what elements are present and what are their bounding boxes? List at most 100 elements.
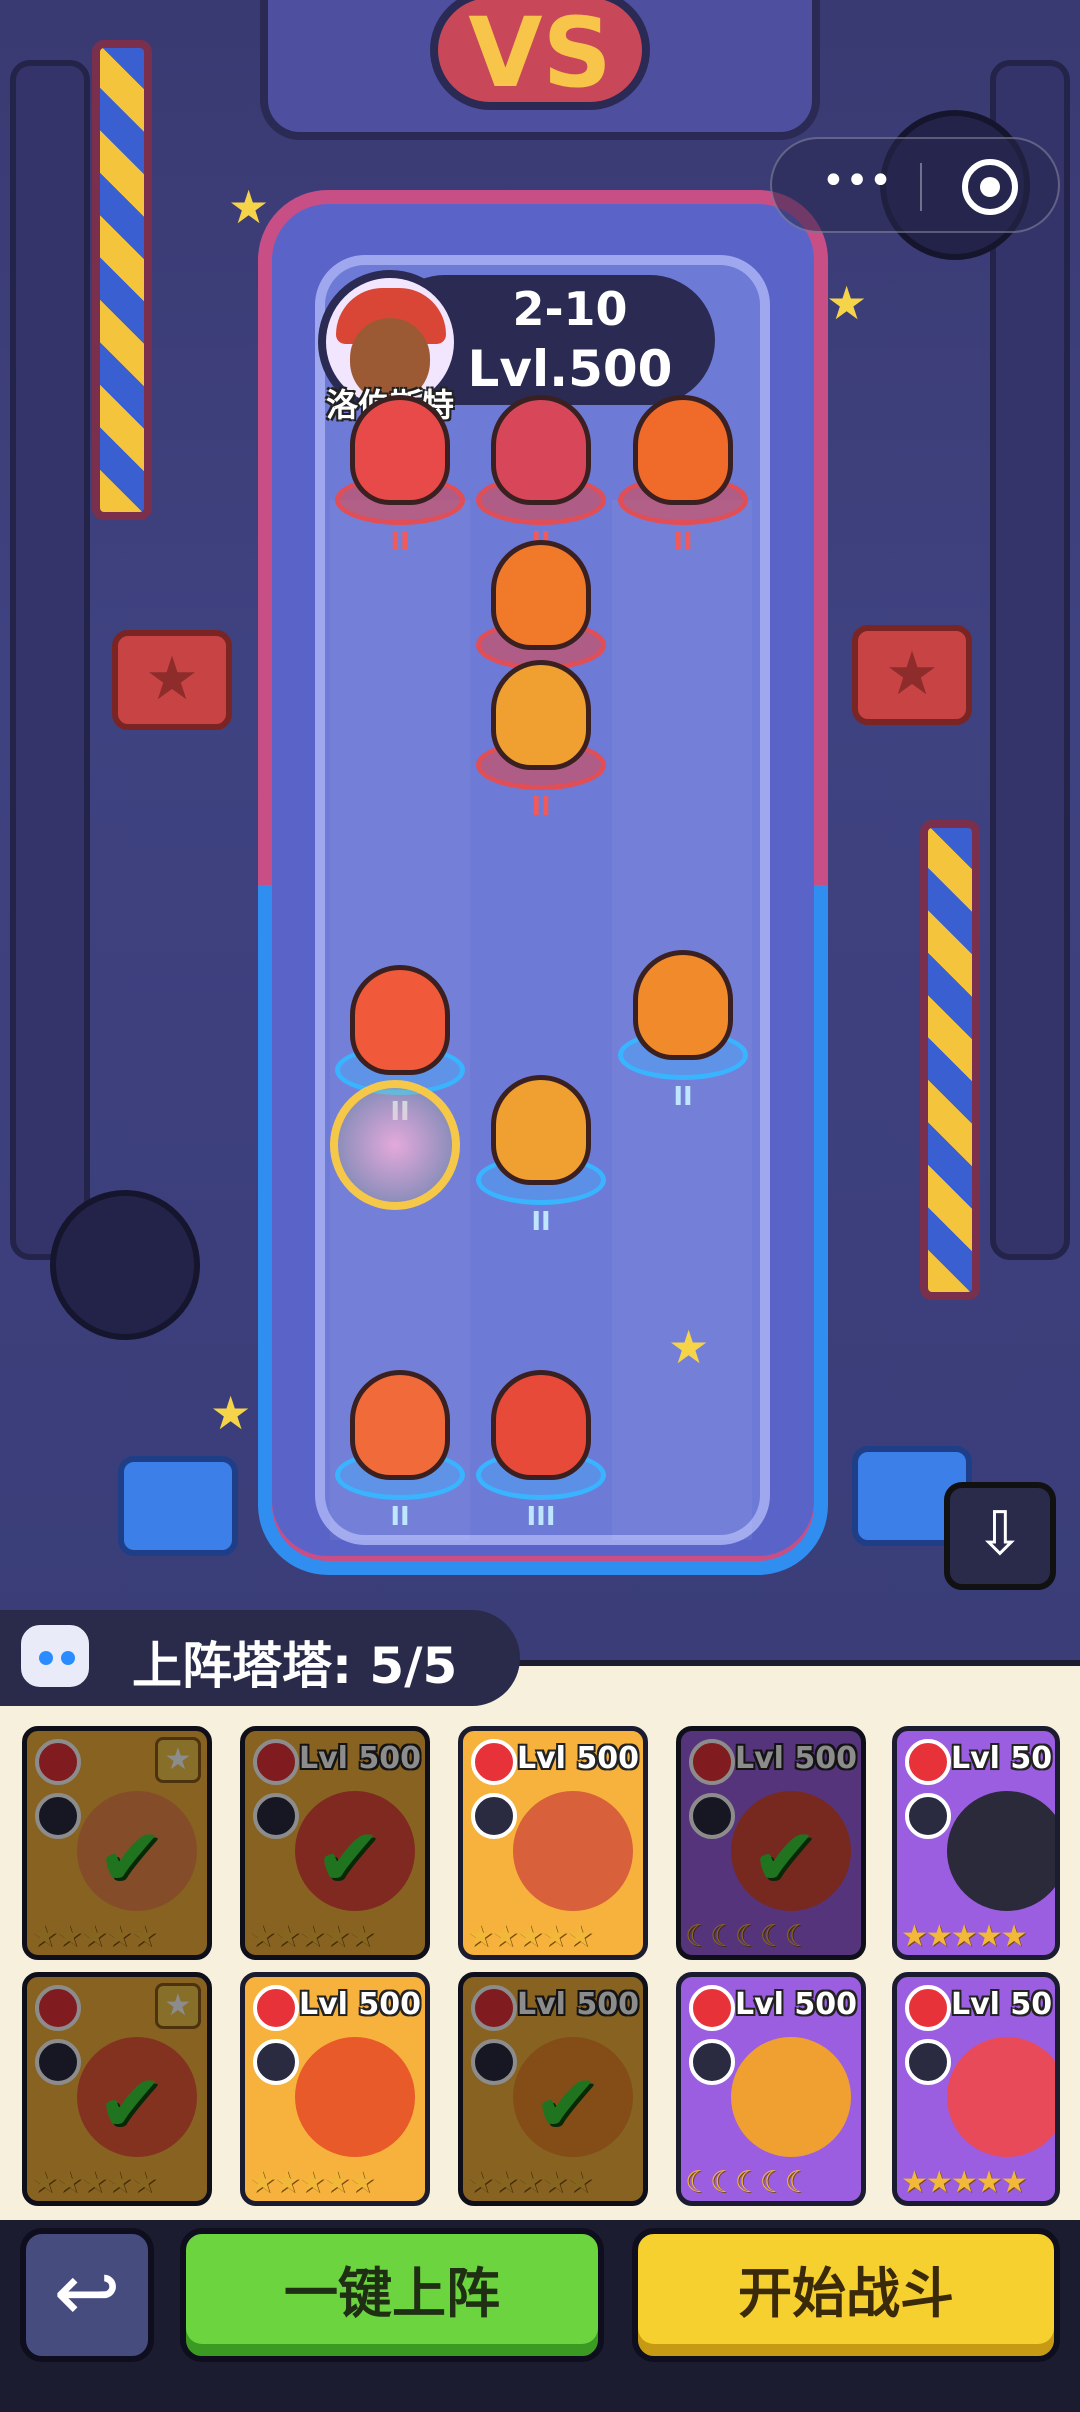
- enemy-unit[interactable]: II: [618, 395, 748, 557]
- back-button[interactable]: ↩: [20, 2228, 154, 2362]
- card-level: Lvl 500: [735, 1741, 858, 1776]
- ally-unit[interactable]: II: [335, 1370, 465, 1532]
- heal-class-icon: [471, 1793, 517, 1839]
- star-rating: ★★★★★: [249, 2165, 375, 2200]
- class-icon: [689, 1793, 735, 1839]
- deployed-check-icon: ✔: [97, 2057, 165, 2150]
- card-level: Lvl 500: [735, 1987, 858, 2022]
- right-flag: [920, 820, 980, 1300]
- cat-mascot-icon: [16, 1620, 94, 1692]
- start-battle-button[interactable]: 开始战斗: [632, 2228, 1060, 2362]
- card-level: Lvl 500: [299, 1987, 422, 2022]
- unit-tier: II: [390, 1502, 410, 1532]
- class-icon: [35, 1793, 81, 1839]
- fire-element-icon: [253, 1739, 299, 1785]
- star-rating: ★★★★★: [31, 1919, 157, 1954]
- fire-element-icon: [253, 1985, 299, 2031]
- hero-card[interactable]: ★ ✔ ★★★★★: [22, 1726, 212, 1960]
- hero-art: [947, 2037, 1055, 2157]
- unit-body: [350, 395, 450, 505]
- moon-rating: ☾☾☾☾☾: [685, 2165, 811, 2200]
- star-decoration: ★: [826, 276, 868, 330]
- left-cat-box: [118, 1456, 238, 1556]
- card-level: Lvl 50: [951, 1987, 1053, 2022]
- star-decoration: ★: [228, 180, 270, 234]
- corner-star-icon: ★: [155, 1983, 201, 2029]
- fire-element-icon: [35, 1739, 81, 1785]
- fire-element-icon: [905, 1985, 951, 2031]
- left-spotlight: [50, 1190, 200, 1340]
- hero-card[interactable]: Lvl 50 ★★★★★: [892, 1726, 1060, 1960]
- enemy-level: Lvl.500: [467, 340, 673, 398]
- deploy-count-label: 上阵塔塔: 5/5: [132, 1637, 458, 1695]
- more-menu-button[interactable]: •••: [802, 161, 912, 211]
- unit-body: [350, 965, 450, 1075]
- ally-unit[interactable]: III: [476, 1370, 606, 1532]
- unit-body: [491, 540, 591, 650]
- enemy-unit[interactable]: II: [476, 660, 606, 822]
- deployed-check-icon: ✔: [751, 1811, 819, 1904]
- star-rating: ★★★★★: [467, 1919, 593, 1954]
- ally-unit[interactable]: II: [335, 965, 465, 1127]
- hero-card[interactable]: Lvl 500 ✔ ★★★★★: [458, 1972, 648, 2206]
- eye-class-icon: [471, 2039, 517, 2085]
- unit-tier: II: [390, 527, 410, 557]
- star-rating: ★★★★★: [901, 1919, 1027, 1954]
- deployed-check-icon: ✔: [97, 1811, 165, 1904]
- star-rating: ★★★★★: [249, 1919, 375, 1954]
- unit-tier: III: [526, 1502, 556, 1532]
- download-button[interactable]: ⇩: [944, 1482, 1056, 1590]
- deploy-glow-effect: [330, 1080, 460, 1210]
- card-level: Lvl 500: [517, 1741, 640, 1776]
- card-level: Lvl 500: [517, 1987, 640, 2022]
- hero-card[interactable]: ★ ✔ ★★★★★: [22, 1972, 212, 2206]
- card-level: Lvl 50: [951, 1741, 1053, 1776]
- unit-body: [491, 1370, 591, 1480]
- fire-element-icon: [689, 1985, 735, 2031]
- close-target-icon[interactable]: [962, 159, 1018, 215]
- mini-program-capsule: •••: [770, 137, 1060, 233]
- left-pillar: [10, 60, 90, 1260]
- enemy-unit[interactable]: [476, 540, 606, 670]
- class-icon: [253, 2039, 299, 2085]
- fire-element-icon: [471, 1985, 517, 2031]
- deployed-check-icon: ✔: [533, 2057, 601, 2150]
- hero-card[interactable]: Lvl 500 ✔ ☾☾☾☾☾: [676, 1726, 866, 1960]
- class-icon: [689, 2039, 735, 2085]
- fire-element-icon: [35, 1985, 81, 2031]
- unit-body: [491, 1075, 591, 1185]
- class-icon: [905, 1793, 951, 1839]
- moon-rating: ☾☾☾☾☾: [685, 1919, 811, 1954]
- stage-label: 2-10: [512, 282, 628, 336]
- star-rating: ★★★★★: [467, 2165, 593, 2200]
- hero-card[interactable]: Lvl 500 ☾☾☾☾☾: [676, 1972, 866, 2206]
- hero-card[interactable]: Lvl 500 ✔ ★★★★★: [240, 1726, 430, 1960]
- card-level: Lvl 500: [299, 1741, 422, 1776]
- class-icon: [35, 2039, 81, 2085]
- capsule-divider: [920, 163, 922, 211]
- class-icon: [905, 2039, 951, 2085]
- hero-card[interactable]: Lvl 50 ★★★★★: [892, 1972, 1060, 2206]
- hero-card[interactable]: Lvl 500 ★★★★★: [458, 1726, 648, 1960]
- auto-deploy-button[interactable]: 一键上阵: [180, 2228, 604, 2362]
- hero-card[interactable]: Lvl 500 ★★★★★: [240, 1972, 430, 2206]
- fire-element-icon: [471, 1739, 517, 1785]
- enemy-unit[interactable]: II: [335, 395, 465, 557]
- ally-unit[interactable]: II: [476, 1075, 606, 1237]
- deployed-check-icon: ✔: [315, 1811, 383, 1904]
- star-rating: ★★★★★: [31, 2165, 157, 2200]
- left-star-box: ★: [112, 630, 232, 730]
- unit-body: [491, 660, 591, 770]
- fire-element-icon: [689, 1739, 735, 1785]
- hero-art: [947, 1791, 1055, 1911]
- unit-body: [491, 395, 591, 505]
- enemy-unit[interactable]: II: [476, 395, 606, 557]
- unit-tier: II: [531, 1207, 551, 1237]
- unit-tier: II: [673, 527, 693, 557]
- unit-body: [633, 395, 733, 505]
- ally-unit[interactable]: II: [618, 950, 748, 1112]
- left-flag: [92, 40, 152, 520]
- unit-body: [633, 950, 733, 1060]
- star-rating: ★★★★★: [901, 2165, 1027, 2200]
- vs-banner: VS: [430, 0, 650, 110]
